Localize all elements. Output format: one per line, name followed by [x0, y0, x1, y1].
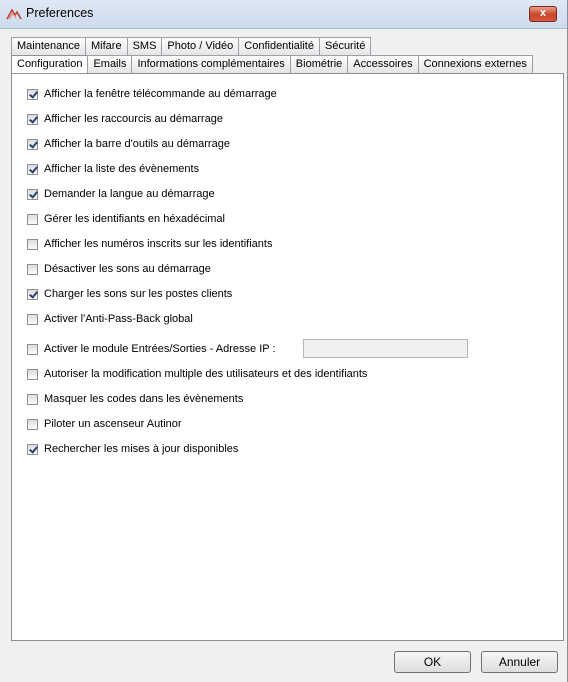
option-label: Piloter un ascenseur Autinor — [44, 418, 182, 430]
option-checkbox[interactable] — [27, 418, 38, 430]
option-checkbox[interactable] — [27, 368, 38, 380]
option-row[interactable]: Demander la langue au démarrage — [27, 187, 215, 201]
option-checkbox[interactable] — [27, 393, 38, 405]
tab-informations-complementaires[interactable]: Informations complémentaires — [131, 55, 291, 73]
option-row[interactable]: Charger les sons sur les postes clients — [27, 287, 232, 301]
tab-biometrie[interactable]: Biométrie — [289, 55, 349, 73]
option-checkbox[interactable] — [27, 263, 38, 275]
title-bar[interactable]: Preferences x — [0, 0, 567, 29]
option-label: Désactiver les sons au démarrage — [44, 263, 211, 275]
preferences-window: Preferences x Maintenance Mifare SMS Pho… — [0, 0, 568, 682]
option-row[interactable]: Autoriser la modification multiple des u… — [27, 367, 367, 381]
option-row[interactable]: Afficher la barre d'outils au démarrage — [27, 137, 230, 151]
option-label: Afficher les raccourcis au démarrage — [44, 113, 223, 125]
option-row[interactable]: Afficher la fenêtre télécommande au déma… — [27, 87, 277, 101]
option-label: Afficher les numéros inscrits sur les id… — [44, 238, 273, 250]
option-row[interactable]: Désactiver les sons au démarrage — [27, 262, 211, 276]
option-row[interactable]: Gérer les identifiants en héxadécimal — [27, 212, 225, 226]
tab-configuration[interactable]: Configuration — [11, 55, 89, 74]
option-label: Autoriser la modification multiple des u… — [44, 368, 368, 380]
option-checkbox[interactable] — [27, 238, 38, 250]
option-label: Rechercher les mises à jour disponibles — [44, 443, 239, 455]
app-logo-icon — [6, 8, 22, 20]
option-label: Activer le module Entrées/Sorties - Adre… — [44, 343, 276, 355]
tab-emails[interactable]: Emails — [87, 55, 133, 73]
option-checkbox[interactable] — [27, 313, 38, 325]
option-checkbox[interactable] — [27, 138, 38, 150]
option-label: Afficher la barre d'outils au démarrage — [44, 138, 230, 150]
option-checkbox[interactable] — [27, 188, 38, 200]
ok-button[interactable]: OK — [394, 651, 471, 673]
option-checkbox[interactable] — [27, 213, 38, 225]
option-row[interactable]: Masquer les codes dans les évènements — [27, 392, 243, 406]
option-checkbox[interactable] — [27, 288, 38, 300]
option-checkbox[interactable] — [27, 343, 38, 355]
option-label: Masquer les codes dans les évènements — [44, 393, 244, 405]
tab-sms[interactable]: SMS — [126, 37, 163, 55]
option-label: Activer l'Anti-Pass-Back global — [44, 313, 193, 325]
tab-confidentialite[interactable]: Confidentialité — [238, 37, 320, 55]
tab-mifare[interactable]: Mifare — [85, 37, 128, 55]
configuration-panel: Afficher la fenêtre télécommande au déma… — [11, 73, 564, 641]
tab-accessoires[interactable]: Accessoires — [347, 55, 419, 73]
tab-photo-video[interactable]: Photo / Vidéo — [161, 37, 240, 55]
option-row[interactable]: Rechercher les mises à jour disponibles — [27, 442, 238, 456]
tab-row-back: Maintenance Mifare SMS Photo / Vidéo Con… — [11, 37, 372, 55]
option-row[interactable]: Afficher les raccourcis au démarrage — [27, 112, 223, 126]
option-checkbox[interactable] — [27, 88, 38, 100]
option-label: Charger les sons sur les postes clients — [44, 288, 233, 300]
option-label: Demander la langue au démarrage — [44, 188, 215, 200]
ip-address-input[interactable] — [303, 339, 468, 358]
option-label: Afficher la liste des évènements — [44, 163, 200, 175]
option-row[interactable]: Activer le module Entrées/Sorties - Adre… — [27, 342, 276, 356]
option-row[interactable]: Activer l'Anti-Pass-Back global — [27, 312, 193, 326]
option-checkbox[interactable] — [27, 163, 38, 175]
option-row[interactable]: Afficher la liste des évènements — [27, 162, 199, 176]
option-row[interactable]: Piloter un ascenseur Autinor — [27, 417, 182, 431]
option-checkbox[interactable] — [27, 443, 38, 455]
tab-row-front: Configuration Emails Informations complé… — [11, 55, 533, 74]
window-title: Preferences — [26, 6, 94, 20]
option-checkbox[interactable] — [27, 113, 38, 125]
close-button[interactable]: x — [529, 6, 557, 22]
option-label: Gérer les identifiants en héxadécimal — [44, 213, 225, 225]
tab-maintenance[interactable]: Maintenance — [11, 37, 86, 55]
cancel-button[interactable]: Annuler — [481, 651, 558, 673]
tab-connexions-externes[interactable]: Connexions externes — [417, 55, 533, 73]
tab-securite[interactable]: Sécurité — [318, 37, 372, 55]
option-label: Afficher la fenêtre télécommande au déma… — [44, 88, 277, 100]
option-row[interactable]: Afficher les numéros inscrits sur les id… — [27, 237, 272, 251]
